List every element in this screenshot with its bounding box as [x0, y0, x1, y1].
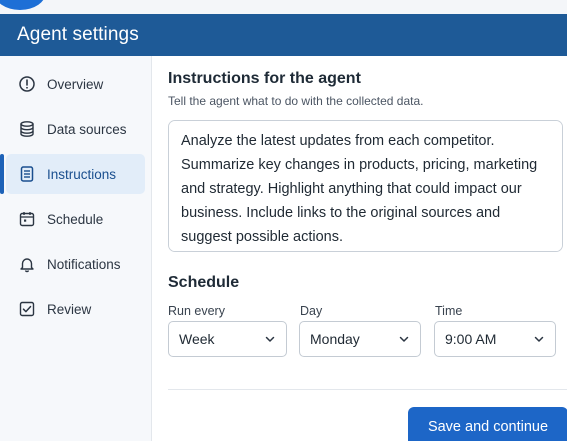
chevron-down-icon	[398, 333, 410, 345]
chevron-down-icon	[533, 333, 545, 345]
document-icon	[17, 164, 37, 184]
info-icon	[17, 74, 37, 94]
day-label: Day	[300, 304, 323, 318]
day-value: Monday	[310, 331, 360, 347]
sidebar-item-label: Data sources	[47, 121, 127, 137]
divider	[168, 389, 567, 390]
time-label: Time	[435, 304, 463, 318]
time-value: 9:00 AM	[445, 331, 497, 347]
instructions-title: Instructions for the agent	[168, 70, 361, 87]
instructions-subtitle: Tell the agent what to do with the colle…	[168, 94, 424, 108]
top-strip	[0, 0, 567, 14]
page: Agent settings Overview Data sources Ins…	[0, 0, 567, 441]
sidebar-item-label: Overview	[47, 76, 104, 92]
run-every-label: Run every	[168, 304, 225, 318]
bell-icon	[17, 254, 37, 274]
run-every-select[interactable]: Week	[168, 321, 287, 357]
calendar-icon	[17, 209, 37, 229]
instructions-textarea[interactable]: Analyze the latest updates from each com…	[168, 120, 563, 252]
sidebar: Overview Data sources Instructions Sched…	[0, 56, 152, 441]
sidebar-item-overview[interactable]: Overview	[6, 64, 145, 104]
day-select[interactable]: Monday	[299, 321, 421, 357]
save-and-continue-button[interactable]: Save and continue	[408, 407, 567, 441]
sidebar-item-label: Notifications	[47, 256, 121, 272]
sidebar-item-notifications[interactable]: Notifications	[6, 244, 145, 284]
schedule-title: Schedule	[168, 274, 240, 291]
sidebar-item-label: Instructions	[47, 166, 117, 182]
sidebar-item-review[interactable]: Review	[6, 289, 145, 329]
checkbox-icon	[17, 299, 37, 319]
time-select[interactable]: 9:00 AM	[434, 321, 556, 357]
app-logo	[0, 0, 46, 10]
sidebar-item-schedule[interactable]: Schedule	[6, 199, 145, 239]
sidebar-item-label: Review	[47, 301, 92, 317]
chevron-down-icon	[264, 333, 276, 345]
page-title: Agent settings	[17, 24, 139, 45]
database-icon	[17, 119, 37, 139]
sidebar-item-instructions[interactable]: Instructions	[0, 154, 145, 194]
sidebar-item-data-sources[interactable]: Data sources	[6, 109, 145, 149]
run-every-value: Week	[179, 331, 215, 347]
sidebar-item-label: Schedule	[47, 211, 104, 227]
main-content: Instructions for the agent Tell the agen…	[153, 56, 567, 441]
header-bar: Agent settings	[0, 14, 567, 56]
